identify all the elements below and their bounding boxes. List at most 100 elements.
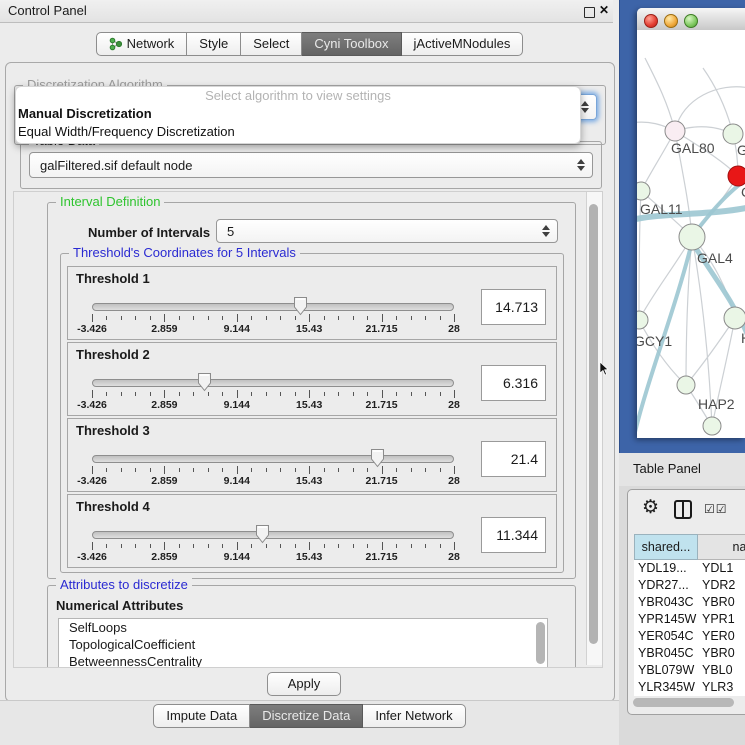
threshold-slider[interactable]: -3.4262.8599.14415.4321.71528: [92, 531, 454, 564]
slider-handle[interactable]: [197, 372, 212, 392]
slider-track[interactable]: [92, 455, 454, 463]
attribute-item-topologicalcoefficient[interactable]: TopologicalCoefficient: [59, 636, 547, 653]
slider-track[interactable]: [92, 379, 454, 387]
table-data-group: Table Data galFiltered.sif default node: [20, 141, 602, 189]
tick-mark: [353, 468, 354, 472]
network-node-pink[interactable]: [665, 121, 685, 141]
table-cell: YDL19...: [634, 560, 698, 577]
network-node-green[interactable]: [677, 376, 695, 394]
close-traffic-light-icon[interactable]: [644, 14, 658, 28]
table-row[interactable]: YBR045CYBR0: [634, 645, 745, 662]
network-node-green[interactable]: [637, 311, 648, 329]
slider-handle[interactable]: [293, 296, 308, 316]
tick-label: 15.43: [296, 551, 322, 563]
tick-mark: [92, 390, 93, 398]
tick-mark: [164, 314, 165, 322]
threshold-value-field[interactable]: 21.4: [481, 441, 546, 477]
network-node-green[interactable]: [679, 224, 705, 250]
table-header-row: shared...na: [634, 534, 745, 560]
table-row[interactable]: YBL079WYBL0: [634, 662, 745, 679]
tick-mark: [295, 544, 296, 548]
tab-select[interactable]: Select: [241, 32, 302, 56]
threshold-slider[interactable]: -3.4262.8599.14415.4321.71528: [92, 455, 454, 488]
tick-mark: [367, 468, 368, 472]
apply-button[interactable]: Apply: [267, 672, 341, 696]
tab-infer-network[interactable]: Infer Network: [363, 704, 465, 728]
tick-label: 9.144: [224, 475, 250, 487]
tab-impute-data[interactable]: Impute Data: [153, 704, 250, 728]
columns-icon[interactable]: [674, 500, 692, 519]
network-node-green[interactable]: [723, 124, 743, 144]
attribute-item-selfloops[interactable]: SelfLoops: [59, 619, 547, 636]
table-panel-toolbar: ⚙ ☑☑: [628, 490, 745, 530]
threshold-value-field[interactable]: 11.344: [481, 517, 546, 553]
threshold-value-field[interactable]: 14.713: [481, 289, 546, 325]
tick-mark: [338, 316, 339, 320]
slider-track[interactable]: [92, 531, 454, 539]
table-row[interactable]: YPR145WYPR1: [634, 611, 745, 628]
tab-style[interactable]: Style: [187, 32, 241, 56]
tab-jactivemnodules[interactable]: jActiveMNodules: [402, 32, 524, 56]
settings-scroll-pane: Interval Definition Number of Intervals …: [13, 191, 603, 668]
slider-handle[interactable]: [370, 448, 385, 468]
slider-track[interactable]: [92, 303, 454, 311]
table-row[interactable]: YDR27...YDR2: [634, 577, 745, 594]
tab-cyni-toolbox[interactable]: Cyni Toolbox: [302, 32, 401, 56]
network-node-green[interactable]: [724, 307, 745, 329]
gear-icon[interactable]: ⚙: [642, 496, 659, 519]
network-node-green[interactable]: [637, 182, 650, 200]
tick-mark: [164, 466, 165, 474]
number-of-intervals-combo[interactable]: 5: [216, 219, 558, 243]
threshold-slider[interactable]: -3.4262.8599.14415.4321.71528: [92, 303, 454, 336]
tick-label: -3.426: [77, 399, 107, 411]
checkboxes-icon[interactable]: ☑☑: [704, 502, 728, 516]
dropdown-option-equal-width-frequency-discretization[interactable]: Equal Width/Frequency Discretization: [16, 123, 580, 141]
settings-vertical-scrollbar[interactable]: [586, 192, 602, 665]
tab-network[interactable]: Network: [96, 32, 188, 56]
float-window-icon[interactable]: [584, 7, 595, 18]
tick-mark: [92, 314, 93, 322]
tick-mark: [353, 392, 354, 396]
dropdown-option-manual-discretization[interactable]: Manual Discretization: [16, 105, 580, 123]
table-data-combo[interactable]: galFiltered.sif default node: [29, 152, 593, 178]
tick-mark: [382, 466, 383, 474]
close-icon[interactable]: ✕: [599, 3, 609, 17]
tick-label: 2.859: [151, 399, 177, 411]
network-node-label: GCY1: [637, 333, 672, 349]
tick-mark: [266, 316, 267, 320]
tick-mark: [208, 544, 209, 548]
tick-mark: [382, 390, 383, 398]
tick-mark: [121, 468, 122, 472]
tick-mark: [208, 468, 209, 472]
zoom-traffic-light-icon[interactable]: [684, 14, 698, 28]
network-node-red[interactable]: [728, 166, 745, 186]
table-rows: YDL19...YDL1YDR27...YDR2YBR043CYBR0YPR14…: [634, 560, 745, 696]
table-row[interactable]: YLR345WYLR3: [634, 679, 745, 696]
attribute-item-betweennesscentrality[interactable]: BetweennessCentrality: [59, 653, 547, 668]
application-window: Control Panel ✕ NetworkStyleSelectCyni T…: [0, 0, 745, 745]
tick-mark: [222, 316, 223, 320]
network-edge: [703, 68, 733, 134]
threshold-slider[interactable]: -3.4262.8599.14415.4321.71528: [92, 379, 454, 412]
tick-mark: [411, 316, 412, 320]
network-node-label: H: [741, 330, 745, 346]
threshold-value-field[interactable]: 6.316: [481, 365, 546, 401]
table-column-header[interactable]: na: [698, 534, 745, 560]
minimize-traffic-light-icon[interactable]: [664, 14, 678, 28]
tick-labels: -3.4262.8599.14415.4321.71528: [92, 323, 454, 336]
table-row[interactable]: YER054CYER0: [634, 628, 745, 645]
table-horizontal-scrollbar[interactable]: [632, 698, 740, 707]
slider-handle[interactable]: [255, 524, 270, 544]
table-row[interactable]: YDL19...YDL1: [634, 560, 745, 577]
tick-scale: [92, 314, 454, 323]
network-node-green[interactable]: [703, 417, 721, 435]
tab-discretize-data[interactable]: Discretize Data: [250, 704, 363, 728]
network-canvas[interactable]: GAL80GACGAL11GAL4HGCY1HAP2: [637, 30, 745, 438]
attributes-list[interactable]: SelfLoopsTopologicalCoefficientBetweenne…: [58, 618, 548, 668]
network-edge: [645, 58, 675, 131]
tick-label: 28: [448, 399, 460, 411]
attributes-list-scrollbar[interactable]: [535, 621, 546, 668]
table-column-header[interactable]: shared...: [634, 534, 698, 560]
table-row[interactable]: YBR043CYBR0: [634, 594, 745, 611]
dropdown-options: Manual DiscretizationEqual Width/Frequen…: [16, 105, 580, 141]
